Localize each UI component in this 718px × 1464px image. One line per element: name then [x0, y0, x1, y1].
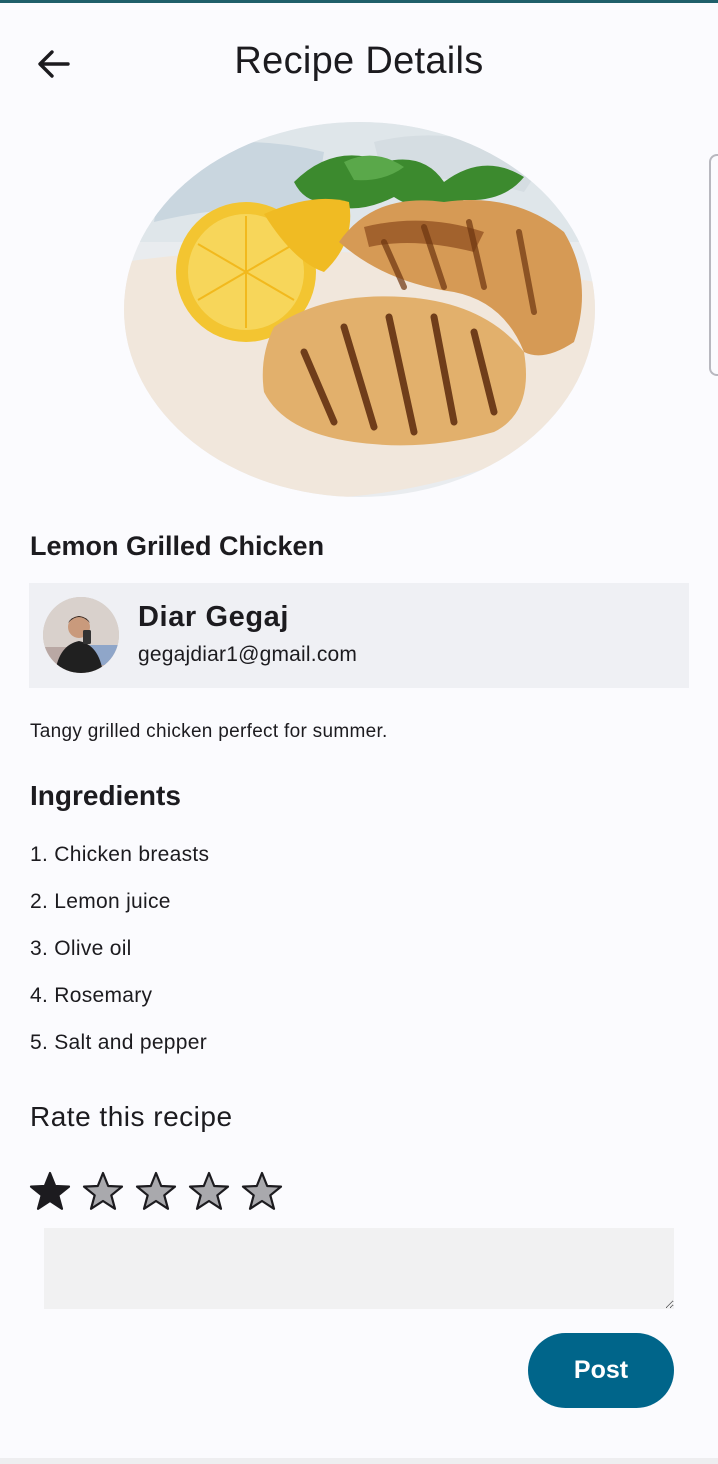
recipe-details-screen: Recipe Details Lemon Grilled Chicken Dia… [0, 0, 718, 1464]
ingredient-item: 4. Rosemary [30, 984, 153, 1007]
avatar [43, 597, 119, 673]
rating-stars [29, 1167, 294, 1215]
author-name: Diar Gegaj [138, 601, 290, 633]
star-4-button[interactable] [188, 1167, 241, 1215]
author-email: gegajdiar1@gmail.com [138, 643, 358, 666]
star-5-button[interactable] [241, 1167, 294, 1215]
recipe-description: Tangy grilled chicken perfect for summer… [30, 721, 388, 742]
star-icon [135, 1171, 177, 1210]
status-accent-line [0, 0, 718, 3]
star-icon [188, 1171, 230, 1210]
star-icon [82, 1171, 124, 1210]
star-1-button[interactable] [29, 1167, 82, 1215]
star-icon [241, 1171, 283, 1210]
ingredient-item: 2. Lemon juice [30, 890, 171, 913]
rate-label: Rate this recipe [30, 1101, 233, 1132]
author-card[interactable]: Diar Gegaj gegajdiar1@gmail.com [29, 583, 689, 688]
bottom-edge [0, 1458, 718, 1464]
ingredient-item: 1. Chicken breasts [30, 843, 210, 866]
star-icon [29, 1171, 71, 1210]
post-button[interactable]: Post [528, 1333, 674, 1408]
recipe-image [124, 122, 595, 497]
ingredient-item: 3. Olive oil [30, 937, 132, 960]
ingredient-item: 5. Salt and pepper [30, 1031, 208, 1054]
app-bar: Recipe Details [0, 22, 718, 106]
star-3-button[interactable] [135, 1167, 188, 1215]
side-handle[interactable] [709, 154, 718, 376]
comment-input[interactable] [44, 1228, 674, 1309]
page-title: Recipe Details [234, 40, 484, 82]
star-2-button[interactable] [82, 1167, 135, 1215]
ingredients-heading: Ingredients [30, 780, 181, 811]
recipe-title: Lemon Grilled Chicken [30, 531, 325, 561]
